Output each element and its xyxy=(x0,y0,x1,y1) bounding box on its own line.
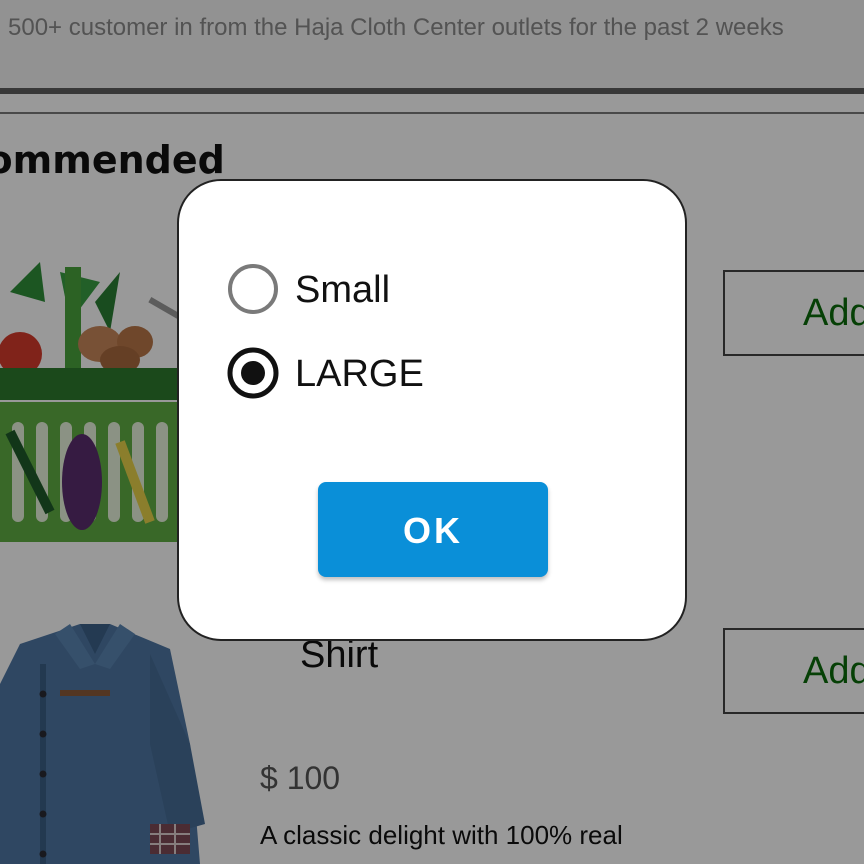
size-option-label: Small xyxy=(295,269,391,311)
size-option-large[interactable]: LARGE xyxy=(227,347,627,401)
ok-button-label: OK xyxy=(403,510,463,551)
size-dialog: Small LARGE OK xyxy=(177,179,687,641)
radio-unselected-icon[interactable] xyxy=(227,263,279,315)
size-option-small[interactable]: Small xyxy=(227,263,627,317)
ok-button[interactable]: OK xyxy=(318,482,548,577)
size-option-label: LARGE xyxy=(295,353,424,395)
radio-selected-icon[interactable] xyxy=(227,347,279,399)
app-screen: 500+ customer in from the Haja Cloth Cen… xyxy=(0,0,864,864)
